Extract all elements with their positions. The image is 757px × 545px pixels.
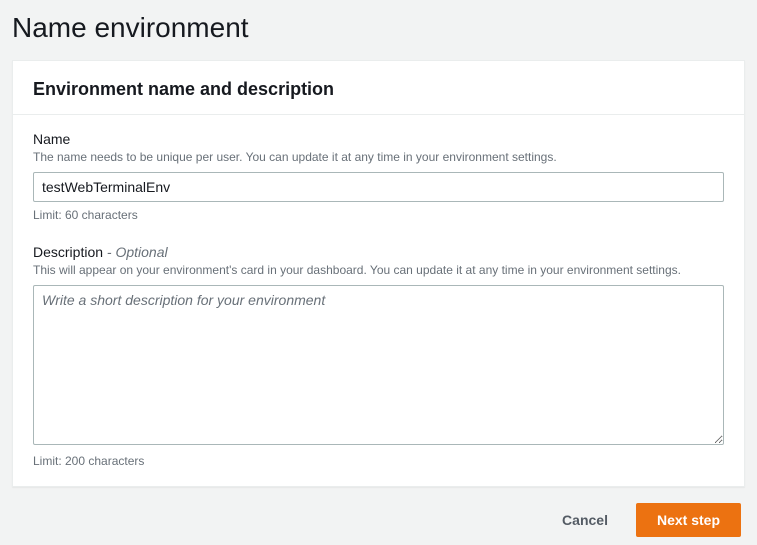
panel-heading: Environment name and description <box>33 79 724 100</box>
name-constraint: Limit: 60 characters <box>33 208 724 222</box>
name-help: The name needs to be unique per user. Yo… <box>33 149 724 166</box>
description-textarea[interactable] <box>33 285 724 445</box>
name-label: Name <box>33 131 724 147</box>
description-constraint: Limit: 200 characters <box>33 454 724 468</box>
name-field: Name The name needs to be unique per use… <box>33 131 724 222</box>
description-label: Description <box>33 244 103 260</box>
panel-header: Environment name and description <box>13 61 744 115</box>
page-title: Name environment <box>12 12 745 44</box>
description-optional-tag: - Optional <box>107 244 168 260</box>
name-input[interactable] <box>33 172 724 202</box>
description-help: This will appear on your environment's c… <box>33 262 724 279</box>
description-label-row: Description - Optional <box>33 244 724 260</box>
next-step-button[interactable]: Next step <box>636 503 741 537</box>
form-panel: Environment name and description Name Th… <box>12 60 745 487</box>
description-field: Description - Optional This will appear … <box>33 244 724 468</box>
footer-actions: Cancel Next step <box>12 487 745 537</box>
panel-body: Name The name needs to be unique per use… <box>13 115 744 486</box>
cancel-button[interactable]: Cancel <box>550 504 620 536</box>
